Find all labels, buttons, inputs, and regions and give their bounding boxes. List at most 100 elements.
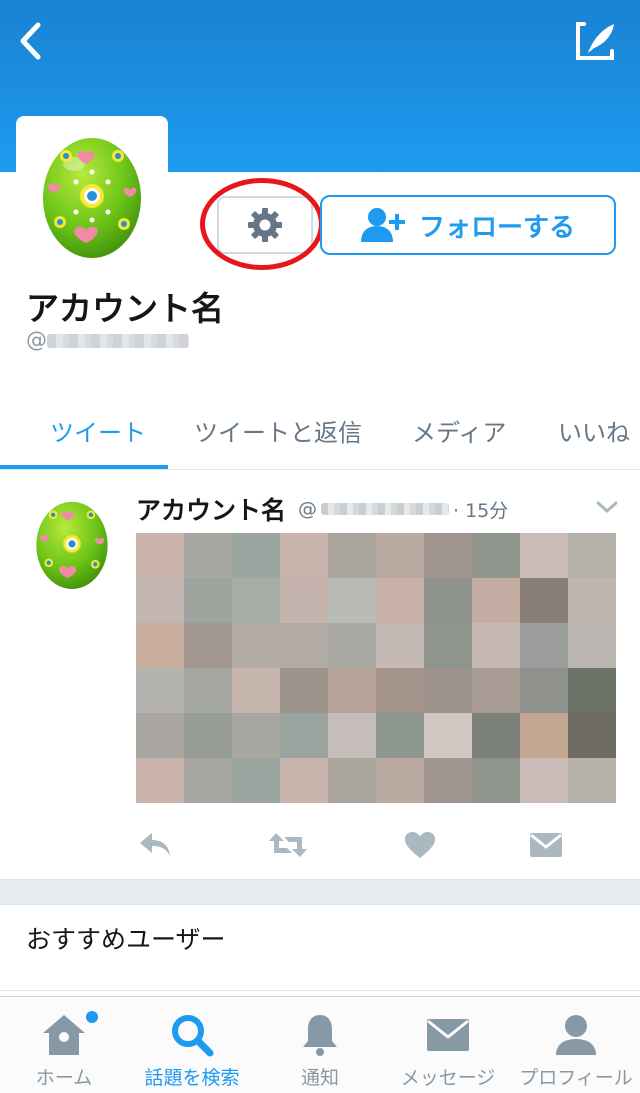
settings-button[interactable]: [217, 196, 313, 254]
media-pixel: [184, 578, 232, 623]
tabbar-search[interactable]: 話題を検索: [128, 997, 256, 1093]
media-pixel: [184, 533, 232, 578]
tab-tweets[interactable]: ツイート: [50, 390, 146, 470]
chevron-left-icon: [20, 22, 41, 60]
media-pixel: [184, 623, 232, 668]
media-pixel: [520, 713, 568, 758]
media-pixel: [136, 533, 184, 578]
tweet-author[interactable]: アカウント名: [136, 491, 286, 527]
media-pixel: [376, 713, 424, 758]
tab-tweets-and-replies[interactable]: ツイートと返信: [194, 390, 362, 470]
media-pixel: [376, 668, 424, 713]
media-pixel: [184, 758, 232, 803]
tweet-avatar-icon[interactable]: [34, 493, 110, 589]
media-pixel: [328, 668, 376, 713]
tab-media[interactable]: メディア: [412, 390, 506, 470]
direct-message-button[interactable]: [526, 827, 566, 863]
follow-label: フォローする: [418, 212, 575, 243]
media-pixel: [472, 758, 520, 803]
media-pixel: [520, 578, 568, 623]
gear-icon: [248, 208, 282, 242]
media-pixel: [280, 758, 328, 803]
tabbar-profile[interactable]: プロフィール: [512, 997, 640, 1093]
chevron-down-icon[interactable]: [594, 497, 620, 517]
compose-tweet-button[interactable]: [568, 14, 624, 68]
media-pixel: [520, 533, 568, 578]
media-pixel: [328, 713, 376, 758]
tab-likes[interactable]: いいね: [558, 390, 630, 470]
media-pixel: [376, 578, 424, 623]
media-pixel: [328, 578, 376, 623]
back-button[interactable]: [8, 14, 52, 68]
tweet-media-image[interactable]: [136, 533, 616, 803]
bottom-tab-bar: ホーム 話題を検索 通知 メッセージ プロフィール: [0, 996, 640, 1093]
media-pixel: [136, 668, 184, 713]
handle-blurred: [47, 334, 189, 348]
profile-avatar[interactable]: [16, 116, 168, 268]
reply-button[interactable]: [136, 827, 176, 863]
media-pixel: [424, 668, 472, 713]
media-pixel: [424, 533, 472, 578]
like-icon: [405, 832, 435, 858]
media-pixel: [232, 623, 280, 668]
egg-avatar-icon: [43, 138, 141, 258]
section-divider: [0, 879, 640, 905]
tweet-item[interactable]: アカウント名 @ · 15分: [0, 471, 640, 879]
media-pixel: [232, 668, 280, 713]
media-pixel: [520, 668, 568, 713]
compose-tweet-icon: [576, 22, 614, 60]
notification-dot: [86, 1011, 98, 1023]
media-pixel: [232, 713, 280, 758]
bell-icon: [303, 1015, 337, 1056]
media-pixel: [184, 668, 232, 713]
profile-tabs: ツイート ツイートと返信 メディア いいね: [0, 390, 640, 470]
add-user-icon: [360, 208, 405, 242]
media-pixel: [424, 578, 472, 623]
handle-prefix: @: [26, 328, 47, 352]
media-pixel: [376, 533, 424, 578]
profile-screen: フォローする アカウント名 @ ツイート ツイートと返信 メディア いいね アカ…: [0, 0, 640, 1093]
tabbar-notifications[interactable]: 通知: [256, 997, 384, 1093]
envelope-icon: [427, 1019, 469, 1051]
media-pixel: [520, 758, 568, 803]
media-pixel: [232, 578, 280, 623]
profile-handle: @: [26, 328, 189, 352]
media-pixel: [232, 758, 280, 803]
tweet-handle-blurred: [321, 503, 450, 515]
media-pixel: [472, 533, 520, 578]
tabbar-messages[interactable]: メッセージ: [384, 997, 512, 1093]
profile-icon: [556, 1015, 596, 1055]
media-pixel: [472, 668, 520, 713]
tabbar-profile-label: プロフィール: [519, 1067, 633, 1089]
retweet-button[interactable]: [268, 827, 308, 863]
reply-icon: [140, 833, 170, 856]
media-pixel: [328, 533, 376, 578]
suggested-users-heading[interactable]: おすすめユーザー: [26, 920, 226, 956]
media-pixel: [280, 533, 328, 578]
media-pixel: [184, 713, 232, 758]
search-icon: [172, 1015, 214, 1057]
media-pixel: [424, 713, 472, 758]
tweet-handle-prefix: @: [298, 498, 318, 520]
media-pixel: [328, 623, 376, 668]
media-pixel: [280, 623, 328, 668]
follow-button[interactable]: フォローする: [320, 195, 616, 255]
tweet-actions: [136, 827, 606, 867]
tweet-header: アカウント名 @ · 15分: [136, 491, 508, 527]
media-pixel: [280, 713, 328, 758]
like-button[interactable]: [400, 827, 440, 863]
media-pixel: [136, 578, 184, 623]
tabbar-notifications-label: 通知: [300, 1067, 339, 1089]
divider: [0, 990, 640, 991]
media-pixel: [568, 623, 616, 668]
media-pixel: [424, 623, 472, 668]
tabbar-home[interactable]: ホーム: [0, 997, 128, 1093]
media-pixel: [520, 623, 568, 668]
retweet-icon: [269, 833, 307, 857]
tabbar-search-label: 話題を検索: [144, 1067, 240, 1089]
media-pixel: [568, 758, 616, 803]
media-pixel: [136, 623, 184, 668]
media-pixel: [232, 533, 280, 578]
media-pixel: [568, 578, 616, 623]
media-pixel: [376, 758, 424, 803]
